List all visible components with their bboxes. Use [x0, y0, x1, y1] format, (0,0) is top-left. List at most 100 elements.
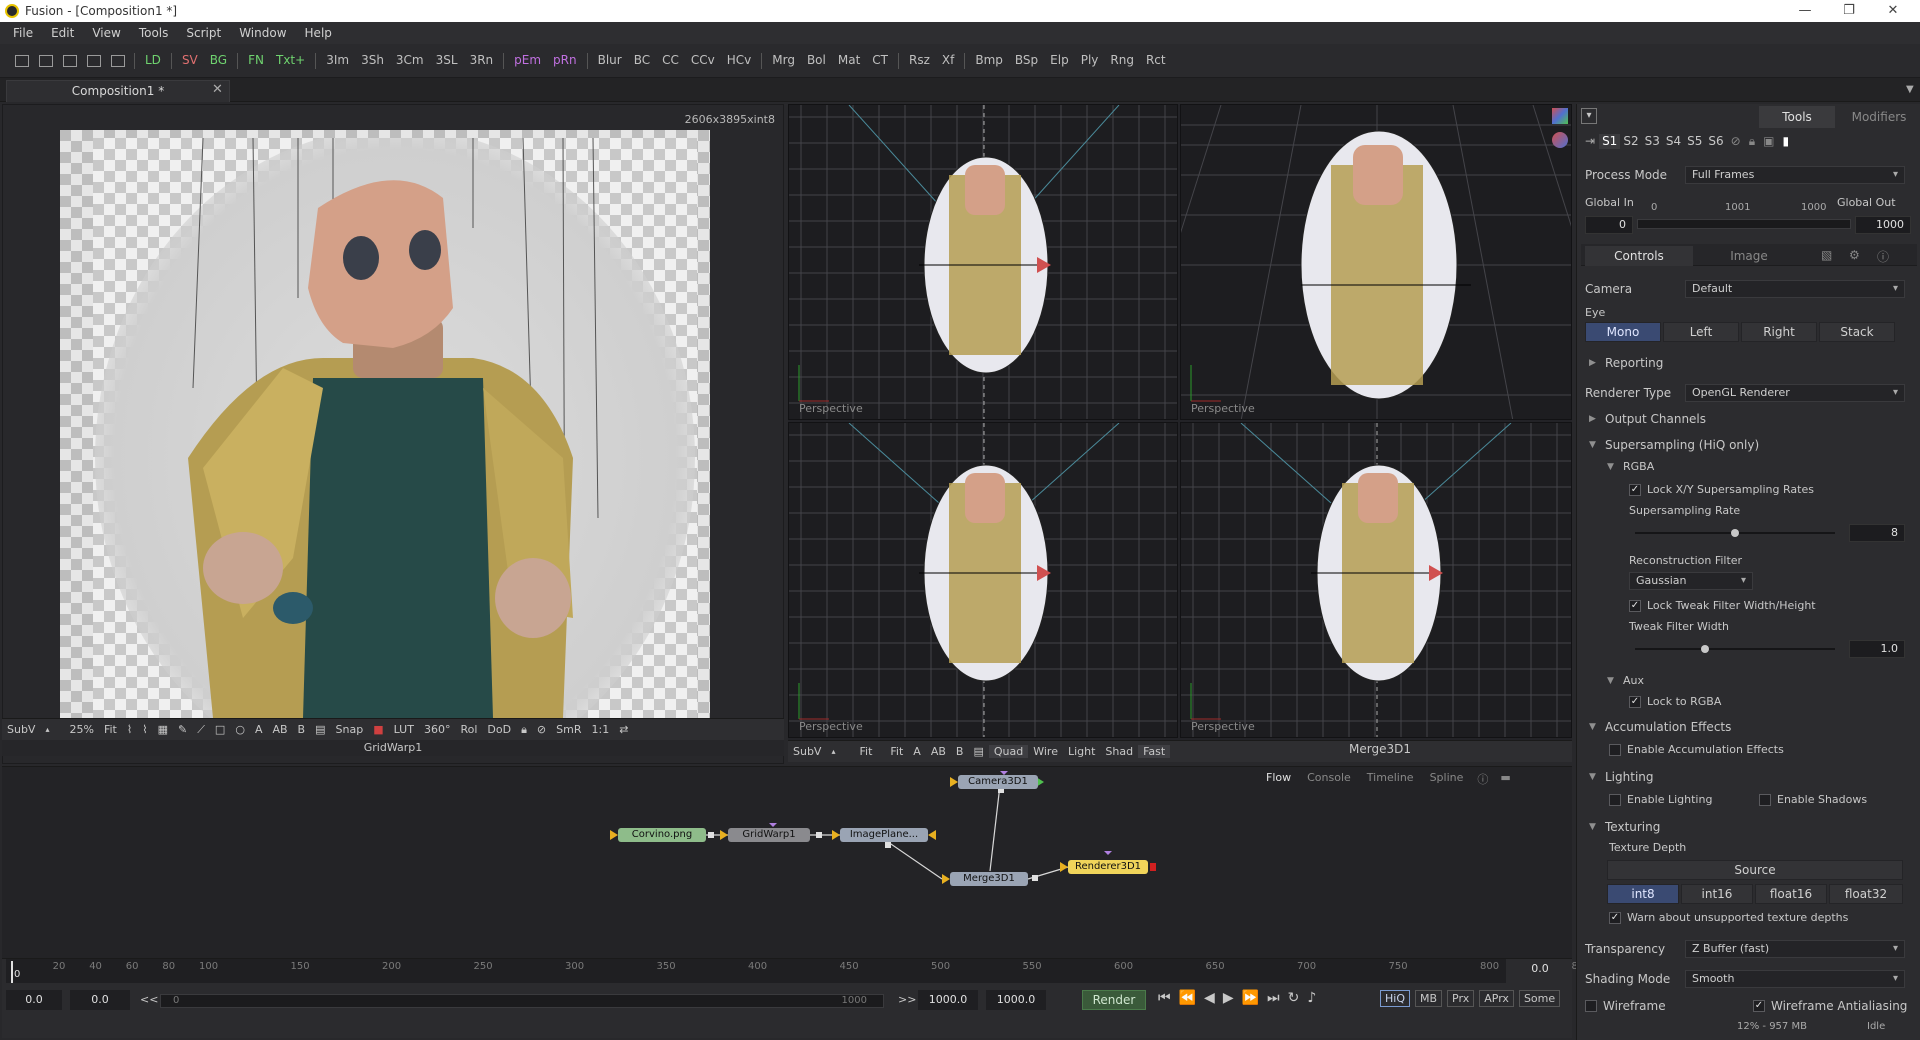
- global-out-field[interactable]: 1000: [1855, 216, 1911, 234]
- tool-button-prn[interactable]: pRn: [547, 53, 583, 69]
- go-start-icon[interactable]: ⏮: [1154, 990, 1175, 1006]
- slot-s2[interactable]: S2: [1620, 134, 1641, 149]
- lock-icon[interactable]: 🔒︎: [516, 723, 532, 737]
- shading-mode-dropdown[interactable]: Smooth: [1685, 970, 1905, 988]
- time-ruler[interactable]: 0 20 40 60 80 100 150 200 250 300 350 400 450 500 550 6…: [6, 959, 1774, 983]
- swap-icon[interactable]: ⇄: [614, 723, 633, 736]
- tool-button-elp[interactable]: Elp: [1044, 53, 1075, 69]
- tool-button-pem[interactable]: pEm: [508, 53, 547, 69]
- view-b-button[interactable]: B: [951, 745, 969, 758]
- collapse-arrow-icon[interactable]: ▼: [1589, 772, 1596, 782]
- eye-mono-button[interactable]: Mono: [1585, 322, 1661, 342]
- start-time-field[interactable]: 0.0: [6, 990, 62, 1010]
- node-imageplane[interactable]: ImagePlane...: [840, 828, 928, 842]
- go-end-icon[interactable]: ⏭: [1263, 990, 1284, 1006]
- settings-gear-icon[interactable]: ⚙: [1849, 248, 1860, 262]
- menu-window[interactable]: Window: [230, 26, 295, 40]
- tool-button-xf[interactable]: Xf: [936, 53, 960, 69]
- eye-stack-button[interactable]: Stack: [1819, 322, 1895, 342]
- collapse-arrow-icon[interactable]: ▼: [1589, 822, 1596, 832]
- tool-button-3im[interactable]: 3Im: [320, 53, 355, 69]
- subview-dropdown-icon[interactable]: ▴: [826, 747, 840, 756]
- slider-knob[interactable]: [1701, 645, 1709, 653]
- node-merge[interactable]: Merge3D1: [950, 872, 1028, 886]
- texture-int16-button[interactable]: int16: [1681, 884, 1753, 904]
- node-corvino[interactable]: Corvino.png: [618, 828, 706, 842]
- composition-tab[interactable]: Composition1 *: [6, 80, 230, 102]
- wire-button[interactable]: Wire: [1028, 745, 1063, 758]
- subview-button[interactable]: SubV: [2, 723, 40, 736]
- tool-button-ld[interactable]: LD: [139, 53, 167, 69]
- end-time-field[interactable]: 1000.0: [986, 990, 1046, 1010]
- layout-icon[interactable]: [39, 54, 53, 67]
- texture-int8-button[interactable]: int8: [1607, 884, 1679, 904]
- color-channel-icon[interactable]: ■: [368, 723, 388, 736]
- eyedropper-icon[interactable]: ✎: [173, 723, 192, 736]
- maximize-icon[interactable]: ❐: [1828, 0, 1870, 22]
- view-cube-icon[interactable]: [1552, 108, 1568, 124]
- render-end-field[interactable]: 1000.0: [918, 990, 978, 1010]
- checker-icon[interactable]: ▤: [310, 723, 330, 736]
- current-time[interactable]: 0.0: [1510, 962, 1570, 975]
- tab-modifiers[interactable]: Modifiers: [1839, 106, 1919, 128]
- tool-button-bg[interactable]: BG: [204, 53, 233, 69]
- render-button[interactable]: Render: [1082, 990, 1146, 1010]
- minimize-icon[interactable]: —: [1784, 0, 1826, 22]
- tool-button-bmp[interactable]: Bmp: [969, 53, 1009, 69]
- tool-button-ct[interactable]: CT: [866, 53, 894, 69]
- supersampling-rate-slider[interactable]: [1635, 529, 1835, 537]
- layout-icon[interactable]: [87, 54, 101, 67]
- lock-rgba-checkbox[interactable]: ✓: [1629, 696, 1641, 708]
- eye-right-button[interactable]: Right: [1741, 322, 1817, 342]
- tab-controls[interactable]: Controls: [1585, 246, 1693, 266]
- layout-icon[interactable]: [15, 54, 29, 67]
- collapse-arrow-icon[interactable]: ▼: [1589, 440, 1596, 450]
- tool-button-bsp[interactable]: BSp: [1009, 53, 1044, 69]
- view-a-button[interactable]: A: [908, 745, 926, 758]
- tool-button-3sl[interactable]: 3SL: [430, 53, 464, 69]
- tool-button-ccv[interactable]: CCv: [685, 53, 721, 69]
- tool-button-mrg[interactable]: Mrg: [766, 53, 801, 69]
- checker-toggle-icon[interactable]: ⊘: [532, 723, 551, 736]
- view-ab-button[interactable]: AB: [926, 745, 951, 758]
- zoom-dropdown[interactable]: 25%: [64, 723, 98, 736]
- view-ab-button[interactable]: AB: [267, 723, 292, 736]
- save-icon[interactable]: ▣: [1759, 134, 1778, 149]
- lock-xy-checkbox[interactable]: ✓: [1629, 484, 1641, 496]
- mb-button[interactable]: MB: [1415, 990, 1443, 1007]
- quad-view-bottom-right[interactable]: Perspective: [1180, 422, 1572, 738]
- texture-source-button[interactable]: Source: [1607, 860, 1903, 880]
- bspline-icon[interactable]: ⌇: [137, 723, 152, 736]
- eye-left-button[interactable]: Left: [1663, 322, 1739, 342]
- quad-view-top-left[interactable]: Perspective: [788, 104, 1178, 420]
- accumulation-section[interactable]: Accumulation Effects: [1605, 720, 1731, 734]
- tweak-filter-slider[interactable]: [1635, 645, 1835, 653]
- rewind-icon[interactable]: ⏪: [1175, 990, 1200, 1006]
- tool-button-rct[interactable]: Rct: [1140, 53, 1172, 69]
- menu-help[interactable]: Help: [296, 26, 341, 40]
- tool-button-bol[interactable]: Bol: [801, 53, 832, 69]
- lut-dropdown[interactable]: LUT: [389, 723, 419, 736]
- render-start-field[interactable]: 0.0: [70, 990, 130, 1010]
- texture-float16-button[interactable]: float16: [1755, 884, 1827, 904]
- materials-icon[interactable]: ▧: [1821, 248, 1832, 262]
- tool-button-hcv[interactable]: HCv: [721, 53, 758, 69]
- tab-tools[interactable]: Tools: [1759, 106, 1835, 128]
- prev-range-button[interactable]: <<: [140, 993, 158, 1006]
- output-channels-section[interactable]: Output Channels: [1605, 412, 1706, 426]
- dod-dropdown[interactable]: DoD: [482, 723, 516, 736]
- loop-icon[interactable]: ↻: [1284, 990, 1304, 1006]
- tool-button-blur[interactable]: Blur: [592, 53, 628, 69]
- angle-dropdown[interactable]: 360°: [419, 723, 456, 736]
- reporting-section[interactable]: Reporting: [1605, 356, 1663, 370]
- fit-dropdown[interactable]: Fit: [854, 745, 877, 758]
- quad-viewer[interactable]: Perspective Perspective Perspective Pers…: [788, 104, 1572, 740]
- next-range-button[interactable]: >>: [898, 993, 916, 1006]
- enable-shadows-checkbox[interactable]: [1759, 794, 1771, 806]
- slot-s5[interactable]: S5: [1684, 134, 1705, 149]
- tool-button-fn[interactable]: FN: [242, 53, 270, 69]
- collapse-arrow-icon[interactable]: ▼: [1607, 676, 1614, 686]
- global-in-field[interactable]: 0: [1585, 216, 1633, 234]
- slot-s3[interactable]: S3: [1642, 134, 1663, 149]
- expand-arrow-icon[interactable]: ▶: [1589, 414, 1596, 424]
